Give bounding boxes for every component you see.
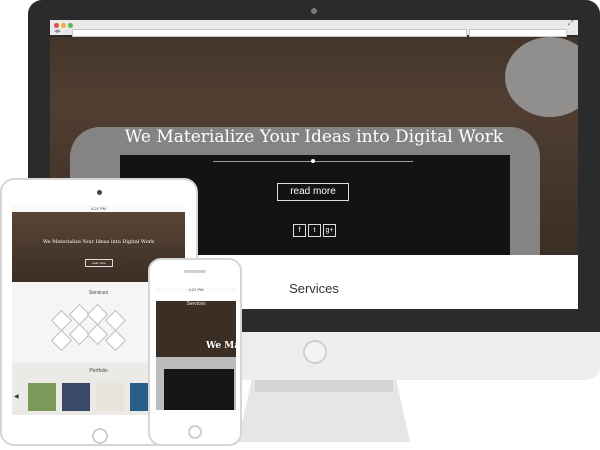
service-diamond[interactable]: [104, 329, 127, 352]
facebook-icon[interactable]: f: [293, 224, 306, 237]
minimize-dot-icon[interactable]: [61, 23, 66, 28]
service-diamond[interactable]: [104, 309, 127, 332]
hero-title: We Materialize Your Ideas into Digital W…: [124, 127, 504, 147]
tablet-camera-icon: [97, 190, 102, 195]
phone-nav-bar: [156, 293, 236, 301]
portfolio-thumbnail[interactable]: [28, 383, 56, 411]
phone-hero-title: We Ma: [206, 341, 236, 351]
browser-search-input[interactable]: [469, 29, 567, 37]
phone-screen: 4:21 PM Services We Ma: [156, 287, 236, 410]
portfolio-thumbnail[interactable]: [96, 383, 124, 411]
tablet-read-more-button[interactable]: read more: [85, 259, 113, 267]
hero-divider-dot: [311, 159, 315, 163]
camera-icon: [311, 8, 317, 14]
tablet-home-button: [92, 428, 108, 444]
carousel-left-arrow-icon[interactable]: ◀: [14, 393, 19, 400]
phone-hero-tablet-screen: [164, 369, 234, 410]
service-diamond[interactable]: [86, 323, 109, 346]
maximize-dot-icon[interactable]: [68, 23, 73, 28]
nav-arrows-icon[interactable]: ◂▸: [54, 27, 61, 35]
phone-home-button: [188, 425, 202, 439]
monitor-button: [303, 340, 327, 364]
fullscreen-icon[interactable]: ⤢: [568, 20, 574, 28]
monitor-stand-neck: [255, 380, 393, 392]
service-diamond[interactable]: [86, 303, 109, 326]
tablet-hero-title: We Materialize Your Ideas into Digital W…: [42, 239, 155, 245]
address-bar[interactable]: [72, 29, 467, 37]
phone-speaker: [184, 270, 206, 273]
tablet-status-bar: 4:21 PM: [12, 205, 185, 212]
phone-services-title: Services: [186, 301, 206, 307]
twitter-icon[interactable]: t: [308, 224, 321, 237]
google-plus-icon[interactable]: g+: [323, 224, 336, 237]
portfolio-thumbnail[interactable]: [62, 383, 90, 411]
read-more-button[interactable]: read more: [277, 183, 349, 201]
